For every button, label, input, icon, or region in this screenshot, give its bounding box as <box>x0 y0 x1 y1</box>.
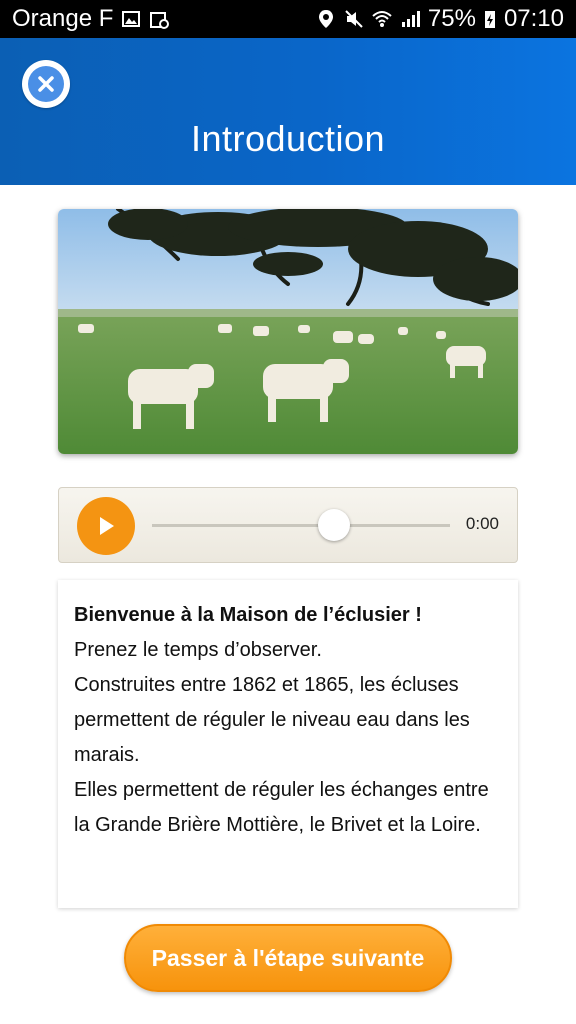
mute-icon <box>345 10 363 28</box>
battery-percent: 75% <box>427 5 476 32</box>
next-step-button[interactable]: Passer à l'étape suivante <box>124 924 452 992</box>
seek-thumb[interactable] <box>317 509 350 541</box>
cattle-photo <box>58 209 518 454</box>
header-bar: Introduction <box>0 38 576 185</box>
location-icon <box>318 10 333 28</box>
page-title: Introduction <box>190 118 386 159</box>
seek-bar[interactable] <box>152 524 450 527</box>
wifi-icon <box>372 11 392 27</box>
audio-player: 0:00 <box>58 487 518 563</box>
carrier-name: Orange F <box>12 5 114 32</box>
play-icon <box>100 517 114 535</box>
signal-icon <box>401 11 420 27</box>
card-paragraph: Prenez le temps d’observer. <box>74 639 322 661</box>
play-button[interactable] <box>77 497 135 555</box>
card-title: Bienvenue à la Maison de l’éclusier ! <box>74 604 422 626</box>
status-bar: Orange F 75% 07:10 <box>0 0 576 38</box>
close-button[interactable] <box>22 60 70 108</box>
playback-time: 0:00 <box>465 514 499 533</box>
card-paragraph: Construites entre 1862 et 1865, les éclu… <box>74 674 470 766</box>
battery-charging-icon <box>484 11 495 28</box>
card-paragraph: Elles permettent de réguler les échanges… <box>74 779 489 836</box>
image-notification-icon <box>122 11 141 27</box>
clock: 07:10 <box>503 5 564 32</box>
description-card: Bienvenue à la Maison de l’éclusier ! Pr… <box>58 580 518 908</box>
close-icon <box>28 66 64 102</box>
calendar-notification-icon <box>150 12 170 29</box>
